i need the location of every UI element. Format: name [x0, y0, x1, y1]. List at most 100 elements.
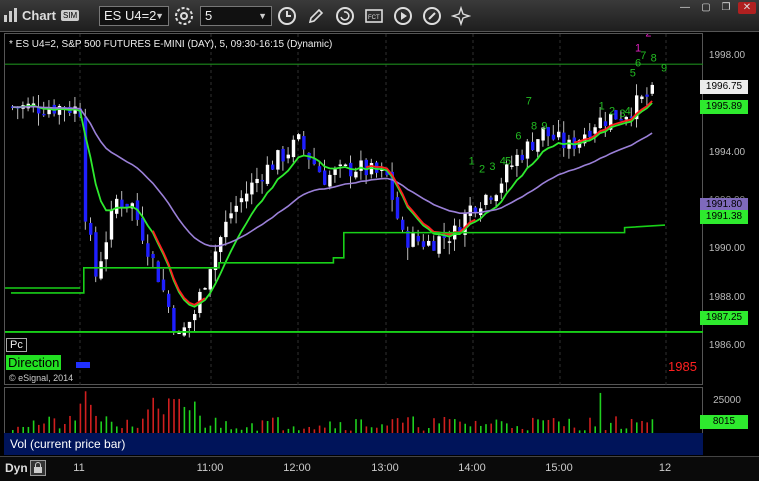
candle-body — [437, 236, 441, 254]
count-label: 2 — [479, 163, 485, 175]
x-tick: 12 — [658, 462, 672, 474]
x-tick: 15:00 — [545, 462, 573, 474]
minimize-button[interactable]: — — [676, 2, 694, 14]
candle-body — [338, 164, 342, 167]
candle-body — [187, 321, 192, 328]
count-label: 8 — [531, 121, 537, 133]
symbol-select[interactable]: ES U4=2 ▼ — [99, 6, 169, 26]
candle-body — [525, 141, 530, 159]
candle-body — [120, 199, 124, 208]
data-feed-icon[interactable]: FCT — [364, 6, 384, 26]
candle-body — [42, 113, 46, 116]
candle-body — [115, 198, 119, 214]
volume-bar — [152, 397, 154, 434]
volume-bar — [90, 404, 92, 434]
volume-bar — [142, 418, 144, 434]
candle-body — [484, 194, 488, 206]
price-chart[interactable]: 12345678912345678912 — [4, 33, 704, 386]
candle-body — [297, 134, 301, 140]
close-button[interactable]: ✕ — [738, 2, 756, 14]
candle-body — [172, 308, 176, 332]
candle-body — [411, 233, 415, 247]
candle-body — [317, 166, 322, 173]
gear-icon[interactable] — [174, 6, 194, 26]
candle-body — [234, 205, 238, 212]
restore-button[interactable]: ❐ — [717, 2, 735, 14]
volume-bar — [48, 416, 50, 434]
candle-body — [551, 134, 556, 140]
candle-body — [421, 241, 426, 247]
lock-icon[interactable] — [30, 460, 46, 476]
volume-bar — [407, 417, 409, 434]
candle-body — [463, 213, 467, 235]
price-chart-svg: 12345678912345678912 — [5, 34, 704, 386]
candle-body — [109, 210, 114, 240]
candle-body — [645, 94, 649, 97]
ma-green-tag: 1991.38 — [700, 210, 748, 224]
refresh-icon[interactable] — [335, 6, 355, 26]
y-tick: 1994.00 — [708, 147, 746, 158]
volume-tick: 25000 — [713, 395, 741, 406]
candle-body — [281, 148, 285, 162]
volume-bar — [454, 419, 456, 434]
link-icon[interactable] — [422, 6, 442, 26]
direction-label[interactable]: Direction — [6, 355, 62, 370]
time-axis[interactable]: Dyn 11 11:00 12:00 13:00 14:00 15:00 12 — [0, 456, 759, 481]
candle-body — [562, 132, 566, 149]
sim-badge: SIM — [61, 10, 80, 21]
volume-bar — [69, 415, 71, 434]
pencil-icon[interactable] — [306, 6, 326, 26]
count-label: 5 — [505, 156, 511, 168]
x-tick: 11 — [73, 462, 85, 474]
symbol-value: ES U4=2 — [104, 8, 157, 23]
ma-fast-line — [12, 102, 653, 308]
dyn-label[interactable]: Dyn — [5, 461, 28, 475]
candle-body — [650, 84, 654, 94]
count-label: 4 — [625, 105, 631, 117]
candle-body — [229, 213, 233, 219]
pc-button[interactable]: Pc — [6, 338, 27, 352]
volume-bar — [589, 417, 591, 434]
candle-body — [286, 154, 290, 159]
play-icon[interactable] — [393, 6, 413, 26]
candle-body — [224, 221, 228, 238]
volume-bar — [412, 416, 414, 434]
candle-body — [447, 241, 452, 243]
volume-bar — [183, 406, 186, 434]
volume-bar — [532, 417, 534, 434]
candle-body — [260, 179, 264, 182]
count-label: 1 — [469, 156, 475, 168]
volume-bar — [547, 419, 550, 434]
crosshair-icon[interactable] — [450, 5, 472, 27]
count-label: 6 — [515, 131, 521, 143]
y-tick: 1990.00 — [708, 243, 746, 254]
candle-body — [557, 131, 561, 138]
volume-bar — [443, 416, 446, 434]
clock-icon[interactable] — [277, 6, 297, 26]
volume-bar — [188, 410, 191, 434]
candle-body — [536, 139, 540, 152]
volume-bar — [261, 420, 264, 434]
volume-bar — [542, 420, 544, 434]
candle-body — [603, 121, 608, 127]
maximize-button[interactable]: ▢ — [697, 2, 715, 14]
count-label: 3 — [489, 161, 495, 173]
volume-bar — [448, 419, 451, 434]
candle-body — [354, 171, 358, 178]
count-label: 7 — [526, 95, 532, 107]
volume-bar — [391, 419, 394, 434]
svg-text:FCT: FCT — [368, 15, 380, 21]
interval-select[interactable]: 5 ▼ — [200, 6, 272, 26]
candle-body — [333, 169, 337, 175]
candle-body — [468, 205, 472, 216]
candle-body — [359, 160, 363, 171]
chevron-down-icon: ▼ — [258, 11, 267, 21]
title-bar: Chart SIM ES U4=2 ▼ 5 ▼ FCT — ▢ ❐ ✕ — [0, 0, 759, 32]
volume-bar — [95, 415, 97, 434]
volume-bar — [568, 418, 570, 434]
volume-last-tag: 8015 — [700, 415, 748, 429]
direction-indicator — [76, 362, 90, 368]
candle-body — [141, 217, 145, 241]
volume-bar — [355, 419, 357, 434]
count-label: 1 — [635, 43, 641, 55]
